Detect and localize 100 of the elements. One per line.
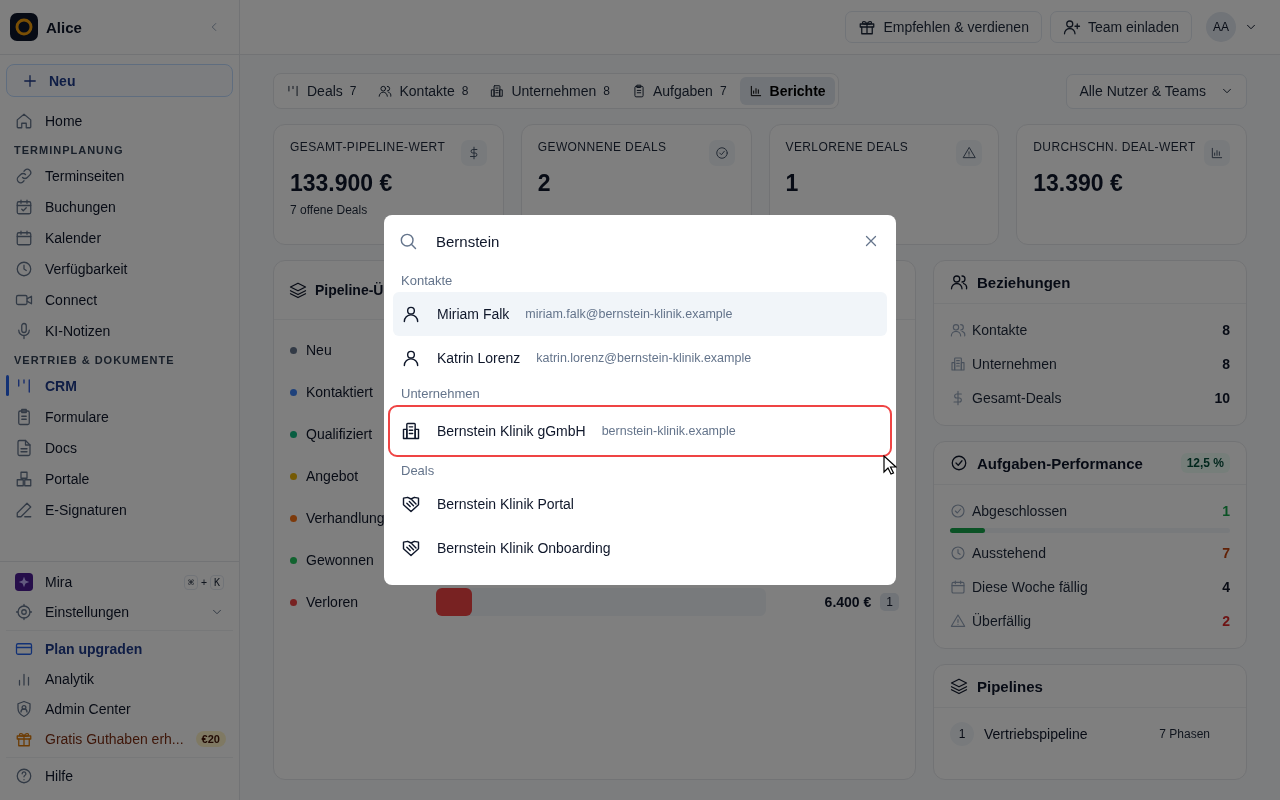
stat-label: DURCHSCHN. DEAL-WERT (1033, 140, 1196, 156)
nav-label: Einstellungen (45, 604, 131, 620)
nav-item[interactable]: Kalender (6, 222, 233, 253)
panel-title: Beziehungen (977, 273, 1072, 291)
building-icon (401, 421, 421, 441)
gift-icon (858, 18, 877, 36)
nav-label: Mira (45, 574, 74, 590)
metric-value: 1 (1222, 503, 1230, 519)
clipboard-icon (631, 84, 646, 98)
metric-label: Abgeschlossen (972, 503, 1068, 519)
clock-icon (950, 545, 966, 561)
nav-item[interactable]: Einstellungen (6, 597, 233, 627)
result-name: Miriam Falk (437, 306, 510, 322)
nav-item[interactable]: Mira ⌘ + K (6, 567, 233, 597)
nav-item[interactable]: Gratis Guthaben erh... €20 (6, 724, 233, 754)
result-group-title: Kontakte (400, 272, 454, 290)
user-icon (401, 304, 421, 324)
metric-label: Ausstehend (972, 545, 1047, 561)
search-result[interactable]: Bernstein Klinik gGmbH bernstein-klinik.example (388, 405, 892, 457)
tab[interactable]: Unternehmen 8 (481, 77, 619, 105)
pen-icon (15, 500, 33, 519)
user-avatar[interactable]: AA (1206, 12, 1236, 42)
search-result[interactable]: Katrin Lorenz katrin.lorenz@bernstein-klinik.example (393, 336, 887, 380)
nav-item[interactable]: Admin Center (6, 694, 233, 724)
nav-item[interactable]: E-Signaturen (6, 494, 233, 525)
nav-item[interactable]: Verfügbarkeit (6, 253, 233, 284)
search-icon (398, 231, 418, 251)
search-result[interactable]: Bernstein Klinik Onboarding (393, 526, 887, 570)
search-result[interactable]: Miriam Falk miriam.falk@bernstein-klinik.example (393, 292, 887, 336)
nav-item[interactable]: CRM (6, 370, 233, 401)
tab[interactable]: Kontakte 8 (369, 77, 478, 105)
search-field[interactable]: Bernstein (436, 232, 844, 250)
nav-label: Gratis Guthaben erh... (45, 731, 184, 747)
stat-label: GEWONNENE DEALS (537, 140, 667, 156)
tab-label: Berichte (769, 83, 826, 99)
nav-item[interactable]: Portale (6, 463, 233, 494)
document-icon (15, 438, 33, 457)
filter-dropdown[interactable]: Alle Nutzer & Teams (1066, 73, 1247, 109)
metric-label: Diese Woche fällig (972, 579, 1089, 595)
pipeline-name: Vertriebspipeline (984, 726, 1089, 742)
gift-icon (15, 730, 33, 748)
nav-item[interactable]: KI-Notizen (6, 315, 233, 346)
panel-title: Aufgaben-Performance (977, 454, 1144, 472)
workspace-logo (10, 13, 38, 41)
home-icon (15, 111, 33, 130)
stat-note: 7 offene Deals (290, 203, 369, 217)
tab[interactable]: Aufgaben 7 (622, 77, 736, 105)
help-icon (15, 767, 33, 785)
result-detail: katrin.lorenz@bernstein-klinik.example (536, 351, 752, 365)
clipboard-icon (15, 407, 33, 426)
metric-label: Unternehmen (972, 356, 1058, 372)
nav-label: Analytik (45, 671, 96, 687)
stat-value: 13.390 € (1033, 170, 1124, 197)
nav-item[interactable]: Analytik (6, 664, 233, 694)
stage-name: Kontaktiert (306, 384, 373, 400)
tab[interactable]: Berichte (739, 77, 835, 105)
section-heading: TERMINPLANUNG (13, 143, 125, 158)
nav-item[interactable]: Home (6, 105, 233, 136)
header-button[interactable]: Team einladen (1049, 11, 1192, 43)
nav-item[interactable]: Terminseiten (6, 160, 233, 191)
layers-icon (950, 677, 968, 695)
nav-item[interactable]: Buchungen (6, 191, 233, 222)
metric-label: Gesamt-Deals (972, 390, 1063, 406)
panel-title: Pipelines (977, 677, 1044, 695)
check-circle-icon (714, 146, 729, 160)
credit-card-icon (15, 640, 33, 658)
users-icon (950, 273, 968, 291)
microphone-icon (15, 321, 33, 340)
nav-item[interactable]: Plan upgraden (6, 634, 233, 664)
calendar-check-icon (15, 197, 33, 216)
link-icon (15, 166, 33, 185)
header-button[interactable]: Empfehlen & verdienen (845, 11, 1042, 43)
tab[interactable]: Deals 7 (277, 77, 366, 105)
result-detail: miriam.falk@bernstein-klinik.example (525, 307, 733, 321)
warning-icon (950, 613, 966, 629)
nav-item[interactable]: Connect (6, 284, 233, 315)
users-icon (378, 84, 393, 98)
assistant-logo (15, 573, 33, 591)
shield-user-icon (15, 700, 33, 718)
metric-value: 4 (1222, 579, 1230, 595)
new-button[interactable]: Neu (6, 64, 233, 97)
user-icon (401, 348, 421, 368)
result-group-title: Unternehmen (400, 385, 481, 403)
search-result[interactable]: Bernstein Klinik Portal (393, 482, 887, 526)
panel-title: Pipeline-Ü (315, 282, 385, 298)
warning-icon (962, 146, 977, 160)
tab-count: 8 (461, 84, 469, 98)
bar-chart-icon (748, 84, 763, 98)
stat-value: 2 (537, 170, 552, 197)
nav-item[interactable]: Hilfe (6, 761, 233, 791)
stage-name: Qualifiziert (306, 426, 373, 442)
kanban-icon (15, 376, 33, 395)
metric-value: 8 (1222, 356, 1230, 372)
nav-item[interactable]: Docs (6, 432, 233, 463)
stat-label: GESAMT-PIPELINE-WERT (290, 140, 446, 156)
building-icon (950, 356, 966, 372)
metric-value: 10 (1214, 390, 1230, 406)
result-name: Bernstein Klinik gGmbH (437, 423, 586, 439)
user-plus-icon (1062, 18, 1081, 36)
nav-item[interactable]: Formulare (6, 401, 233, 432)
